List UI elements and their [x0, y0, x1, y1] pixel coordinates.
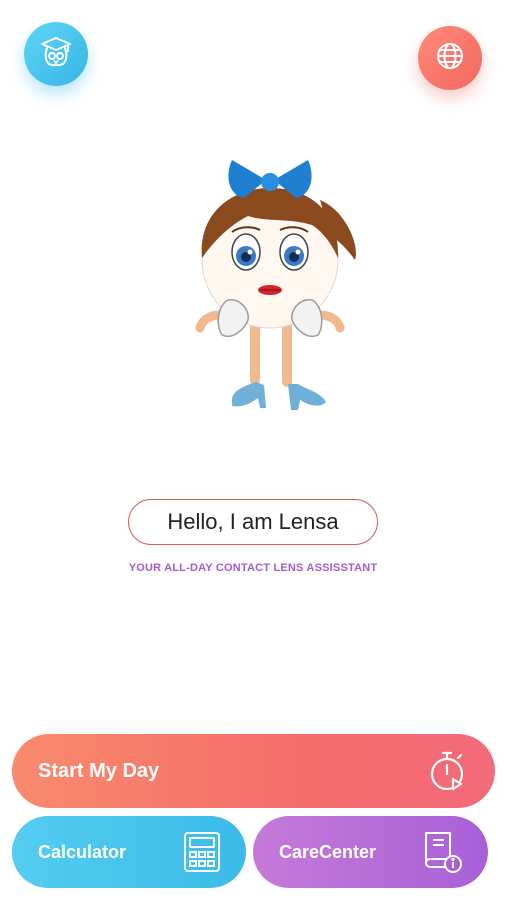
calculator-button[interactable]: Calculator	[12, 816, 246, 888]
calculator-icon	[182, 830, 222, 874]
calculator-label: Calculator	[38, 841, 127, 862]
book-info-icon	[420, 829, 464, 875]
graduation-owl-icon	[38, 35, 74, 74]
education-button[interactable]	[24, 22, 88, 86]
carecenter-button[interactable]: CareCenter	[253, 816, 488, 888]
tagline: YOUR ALL-DAY CONTACT LENS ASSISSTANT	[128, 562, 378, 574]
carecenter-label: CareCenter	[279, 841, 377, 862]
timer-play-icon	[425, 749, 469, 793]
greeting-bubble: Hello, I am Lensa	[128, 499, 378, 545]
lensa-mascot	[170, 140, 370, 430]
start-my-day-button[interactable]: Start My Day	[12, 734, 495, 808]
start-my-day-label: Start My Day	[38, 759, 160, 782]
globe-icon	[434, 40, 466, 77]
language-button[interactable]	[418, 26, 482, 90]
